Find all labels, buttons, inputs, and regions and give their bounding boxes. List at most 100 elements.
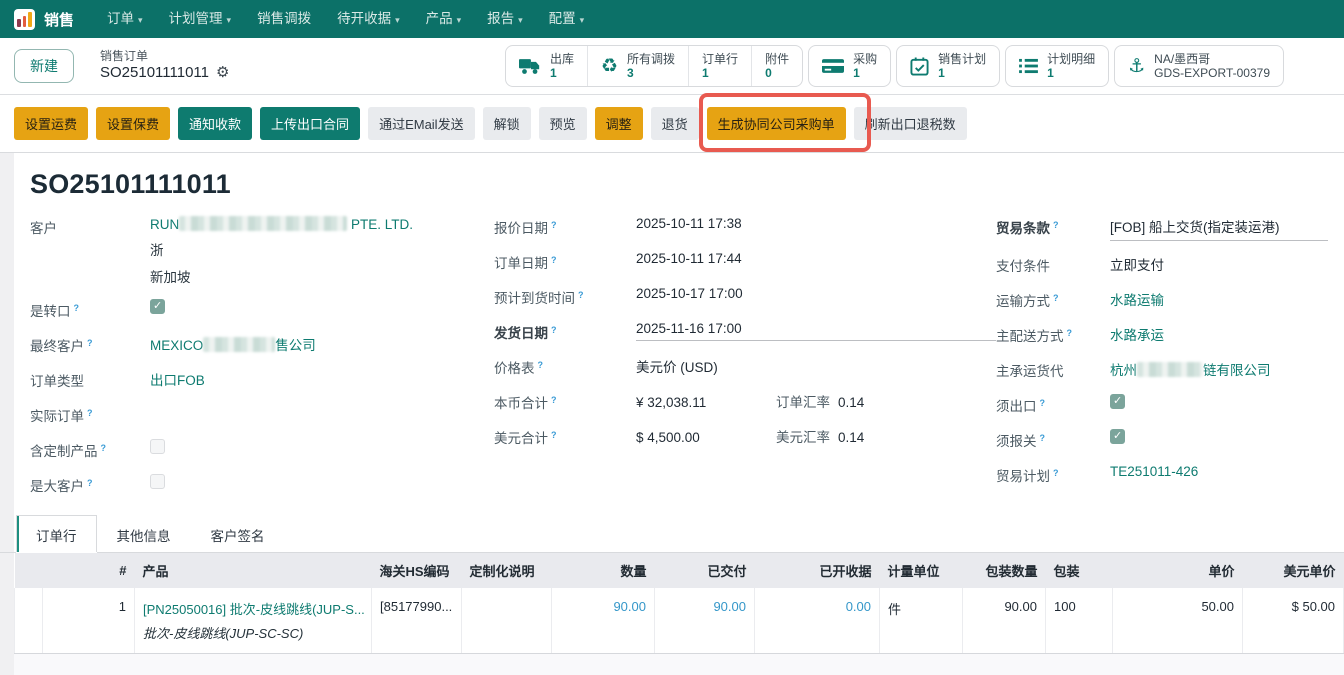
action-button-解锁[interactable]: 解锁 [483,107,531,140]
cell-pkg-qty[interactable]: 90.00 [963,588,1046,654]
column-header-已交付[interactable]: 已交付 [655,553,755,588]
checkbox-has-custom-product[interactable] [150,439,165,454]
tab-客户签名[interactable]: 客户签名 [191,515,285,552]
row-handle[interactable] [15,588,43,654]
cell-invoiced[interactable]: 0.00 [755,588,880,654]
field-value-actual-order[interactable] [150,404,494,422]
nav-menu-计划管理[interactable]: 计划管理▾ [156,0,245,39]
field-pricelist: 价格表美元价 (USD) [494,356,996,378]
field-value-need-customs[interactable] [1110,429,1328,447]
column-header-单价[interactable]: 单价 [1113,553,1243,588]
help-icon [87,478,93,488]
cell-custom-desc[interactable] [462,588,552,654]
column-header-计量单位[interactable]: 计量单位 [880,553,963,588]
calendar-check-icon [910,57,929,76]
field-value-need-export[interactable] [1110,394,1328,412]
cell-hs-code[interactable]: [85177990... [372,588,462,654]
help-icon [1053,468,1059,478]
action-button-设置运费[interactable]: 设置运费 [14,107,88,140]
tab-其他信息[interactable]: 其他信息 [97,515,191,552]
field-value-expected-arrival[interactable]: 2025-10-17 17:00 [636,286,996,304]
nav-menu-待开收据[interactable]: 待开收据▾ [324,0,413,39]
nav-menu-销售调拨[interactable]: 销售调拨 [244,0,324,39]
field-value-final-customer[interactable]: MEXICO售公司 [150,334,494,354]
cell-unit-price[interactable]: 50.00 [1113,588,1243,654]
field-value-order-date[interactable]: 2025-10-11 17:44 [636,251,996,269]
stat-button-采购[interactable]: 采购1 [809,46,890,86]
table-row[interactable]: 1[PN25050016] 批次-皮线跳线(JUP-S...批次-皮线跳线(JU… [15,588,1344,654]
nav-menu-产品[interactable]: 产品▾ [413,0,475,39]
field-value-local-total[interactable]: ¥ 32,038.11订单汇率0.14 [636,391,996,411]
field-value-has-custom-product[interactable] [150,439,494,457]
field-value-incoterm[interactable]: [FOB] 船上交货(指定装运港) [1110,216,1328,241]
column-header-产品[interactable]: 产品 [135,553,372,588]
notebook-tabs: 订单行其他信息客户签名 [0,516,1344,553]
nav-menu-配置[interactable]: 配置▾ [536,0,598,39]
stat-button-订单行[interactable]: 订单行1 [688,46,751,86]
field-value-transport-mode[interactable]: 水路运输 [1110,289,1328,309]
action-button-退货[interactable]: 退货 [651,107,699,140]
cell-package[interactable]: 100 [1046,588,1113,654]
field-value-payment-terms[interactable]: 立即支付 [1110,254,1328,274]
field-value-is-transit[interactable] [150,299,494,317]
nav-menu-报告[interactable]: 报告▾ [474,0,536,39]
column-header-海关HS编码[interactable]: 海关HS编码 [372,553,462,588]
field-value-delivery-date[interactable]: 2025-11-16 17:00 [636,321,996,341]
stat-button-出库[interactable]: 出库1 [506,46,587,86]
column-header-美元单价[interactable]: 美元单价 [1243,553,1344,588]
field-value-quote-date[interactable]: 2025-10-11 17:38 [636,216,996,234]
checkbox-is-transit[interactable] [150,299,165,314]
stat-button-NA/墨西哥[interactable]: ⚓NA/墨西哥GDS-EXPORT-00379 [1115,46,1283,86]
help-icon [551,395,557,405]
column-header-定制化说明[interactable]: 定制化说明 [462,553,552,588]
breadcrumb-model[interactable]: 销售订单 [100,49,229,64]
new-button[interactable]: 新建 [14,49,74,83]
checkbox-need-customs[interactable] [1110,429,1125,444]
cell-delivered[interactable]: 90.00 [655,588,755,654]
nav-menu-订单[interactable]: 订单▾ [94,0,156,39]
field-value-usd-total[interactable]: $ 4,500.00美元汇率0.14 [636,426,996,446]
gear-icon[interactable]: ⚙ [216,64,229,83]
column-header-已开收据[interactable]: 已开收据 [755,553,880,588]
table-footer-area[interactable] [14,654,1344,675]
help-icon [538,360,544,370]
field-label-incoterm: 贸易条款 [996,216,1110,237]
column-header-包装[interactable]: 包装 [1046,553,1113,588]
cell-uom[interactable]: 件 [880,588,963,654]
checkbox-is-key-account[interactable] [150,474,165,489]
action-button-调整[interactable]: 调整 [595,107,643,140]
field-value-main-delivery-method[interactable]: 水路承运 [1110,324,1328,344]
field-need-customs: 须报关 [996,429,1328,451]
action-button-刷新出口退税数[interactable]: 刷新出口退税数 [854,107,967,140]
app-switcher[interactable]: 销售 [10,9,84,30]
field-label-quote-date: 报价日期 [494,216,636,237]
cell-usd-price[interactable]: $ 50.00 [1243,588,1344,654]
stat-button-计划明细[interactable]: 计划明细1 [1006,46,1108,86]
stat-value: 1 [1047,66,1095,80]
field-value-pricelist[interactable]: 美元价 (USD) [636,356,996,376]
stat-button-销售计划[interactable]: 销售计划1 [897,46,999,86]
field-value-main-forwarder[interactable]: 杭州链有限公司 [1110,359,1328,379]
product-link[interactable]: [PN25050016] 批次-皮线跳线(JUP-S... [143,599,363,618]
action-button-生成协同公司采购单[interactable]: 生成协同公司采购单 [707,107,846,140]
column-header-数量[interactable]: 数量 [552,553,655,588]
column-header-包装数量[interactable]: 包装数量 [963,553,1046,588]
action-button-上传出口合同[interactable]: 上传出口合同 [260,107,360,140]
action-button-通知收款[interactable]: 通知收款 [178,107,252,140]
action-button-设置保费[interactable]: 设置保费 [96,107,170,140]
column-header-#[interactable]: # [43,553,135,588]
stat-label: 所有调拨 [627,52,675,66]
field-value-is-key-account[interactable] [150,474,494,492]
field-value-trade-plan[interactable]: TE251011-426 [1110,464,1328,482]
checkbox-need-export[interactable] [1110,394,1125,409]
action-button-通过EMail发送[interactable]: 通过EMail发送 [368,107,475,140]
stat-button-附件[interactable]: 附件0 [751,46,802,86]
cell-qty[interactable]: 90.00 [552,588,655,654]
stat-button-所有调拨[interactable]: ♻所有调拨3 [587,46,688,86]
field-value-order-type[interactable]: 出口FOB [150,369,494,389]
credit-card-icon [822,58,844,74]
cell-product[interactable]: [PN25050016] 批次-皮线跳线(JUP-S...批次-皮线跳线(JUP… [135,588,372,654]
action-button-预览[interactable]: 预览 [539,107,587,140]
tab-订单行[interactable]: 订单行 [16,515,97,552]
field-value-customer[interactable]: RUN PTE. LTD.浙新加坡 [150,216,494,286]
